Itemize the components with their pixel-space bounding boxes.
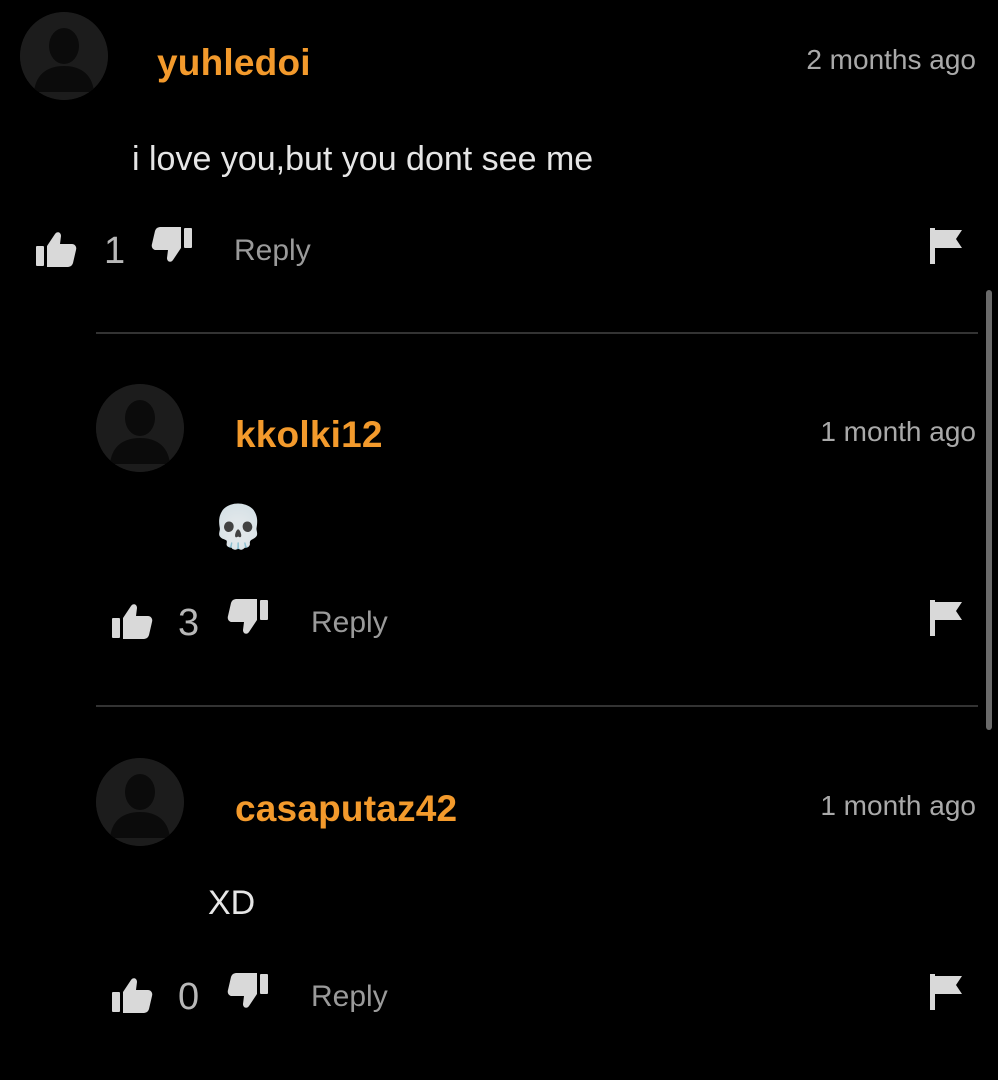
comment-item: yuhledoi 2 months ago i love you,but you…: [0, 0, 998, 300]
reply-button[interactable]: Reply: [311, 606, 388, 640]
flag-icon[interactable]: [928, 226, 964, 266]
reply-button[interactable]: Reply: [234, 234, 311, 268]
comment-text: XD: [208, 884, 256, 922]
thumbs-up-icon[interactable]: [110, 600, 154, 644]
scrollbar[interactable]: [986, 290, 992, 730]
comment-divider: [96, 705, 978, 707]
comment-text: i love you,but you dont see me: [132, 140, 594, 178]
thumbs-down-icon[interactable]: [226, 596, 270, 640]
comment-timestamp: 1 month ago: [820, 416, 976, 447]
comment-timestamp: 1 month ago: [820, 790, 976, 821]
comment-text: 💀: [212, 502, 265, 551]
like-count: 0: [178, 976, 200, 1018]
thumbs-down-icon[interactable]: [226, 970, 270, 1014]
like-count: 1: [104, 230, 126, 272]
flag-icon[interactable]: [928, 972, 964, 1012]
avatar[interactable]: [96, 384, 184, 472]
thumbs-down-icon[interactable]: [150, 224, 194, 268]
comment-username[interactable]: kkolki12: [235, 414, 383, 456]
default-user-avatar-icon: [96, 758, 184, 846]
comment-username[interactable]: yuhledoi: [157, 42, 311, 84]
comment-divider: [96, 332, 978, 334]
comment-username[interactable]: casaputaz42: [235, 788, 457, 830]
comment-actions: 1 Reply: [34, 226, 974, 278]
comment-item: kkolki12 1 month ago 💀 3 Reply: [0, 372, 998, 702]
comment-actions: 3 Reply: [110, 598, 974, 650]
thumbs-up-icon[interactable]: [34, 228, 78, 272]
default-user-avatar-icon: [96, 384, 184, 472]
reply-button[interactable]: Reply: [311, 980, 388, 1014]
avatar[interactable]: [96, 758, 184, 846]
comment-actions: 0 Reply: [110, 972, 974, 1024]
thumbs-up-icon[interactable]: [110, 974, 154, 1018]
avatar[interactable]: [20, 12, 108, 100]
comment-item: casaputaz42 1 month ago XD 0 Reply: [0, 746, 998, 1076]
default-user-avatar-icon: [20, 12, 108, 100]
like-count: 3: [178, 602, 200, 644]
flag-icon[interactable]: [928, 598, 964, 638]
comment-timestamp: 2 months ago: [806, 44, 976, 75]
